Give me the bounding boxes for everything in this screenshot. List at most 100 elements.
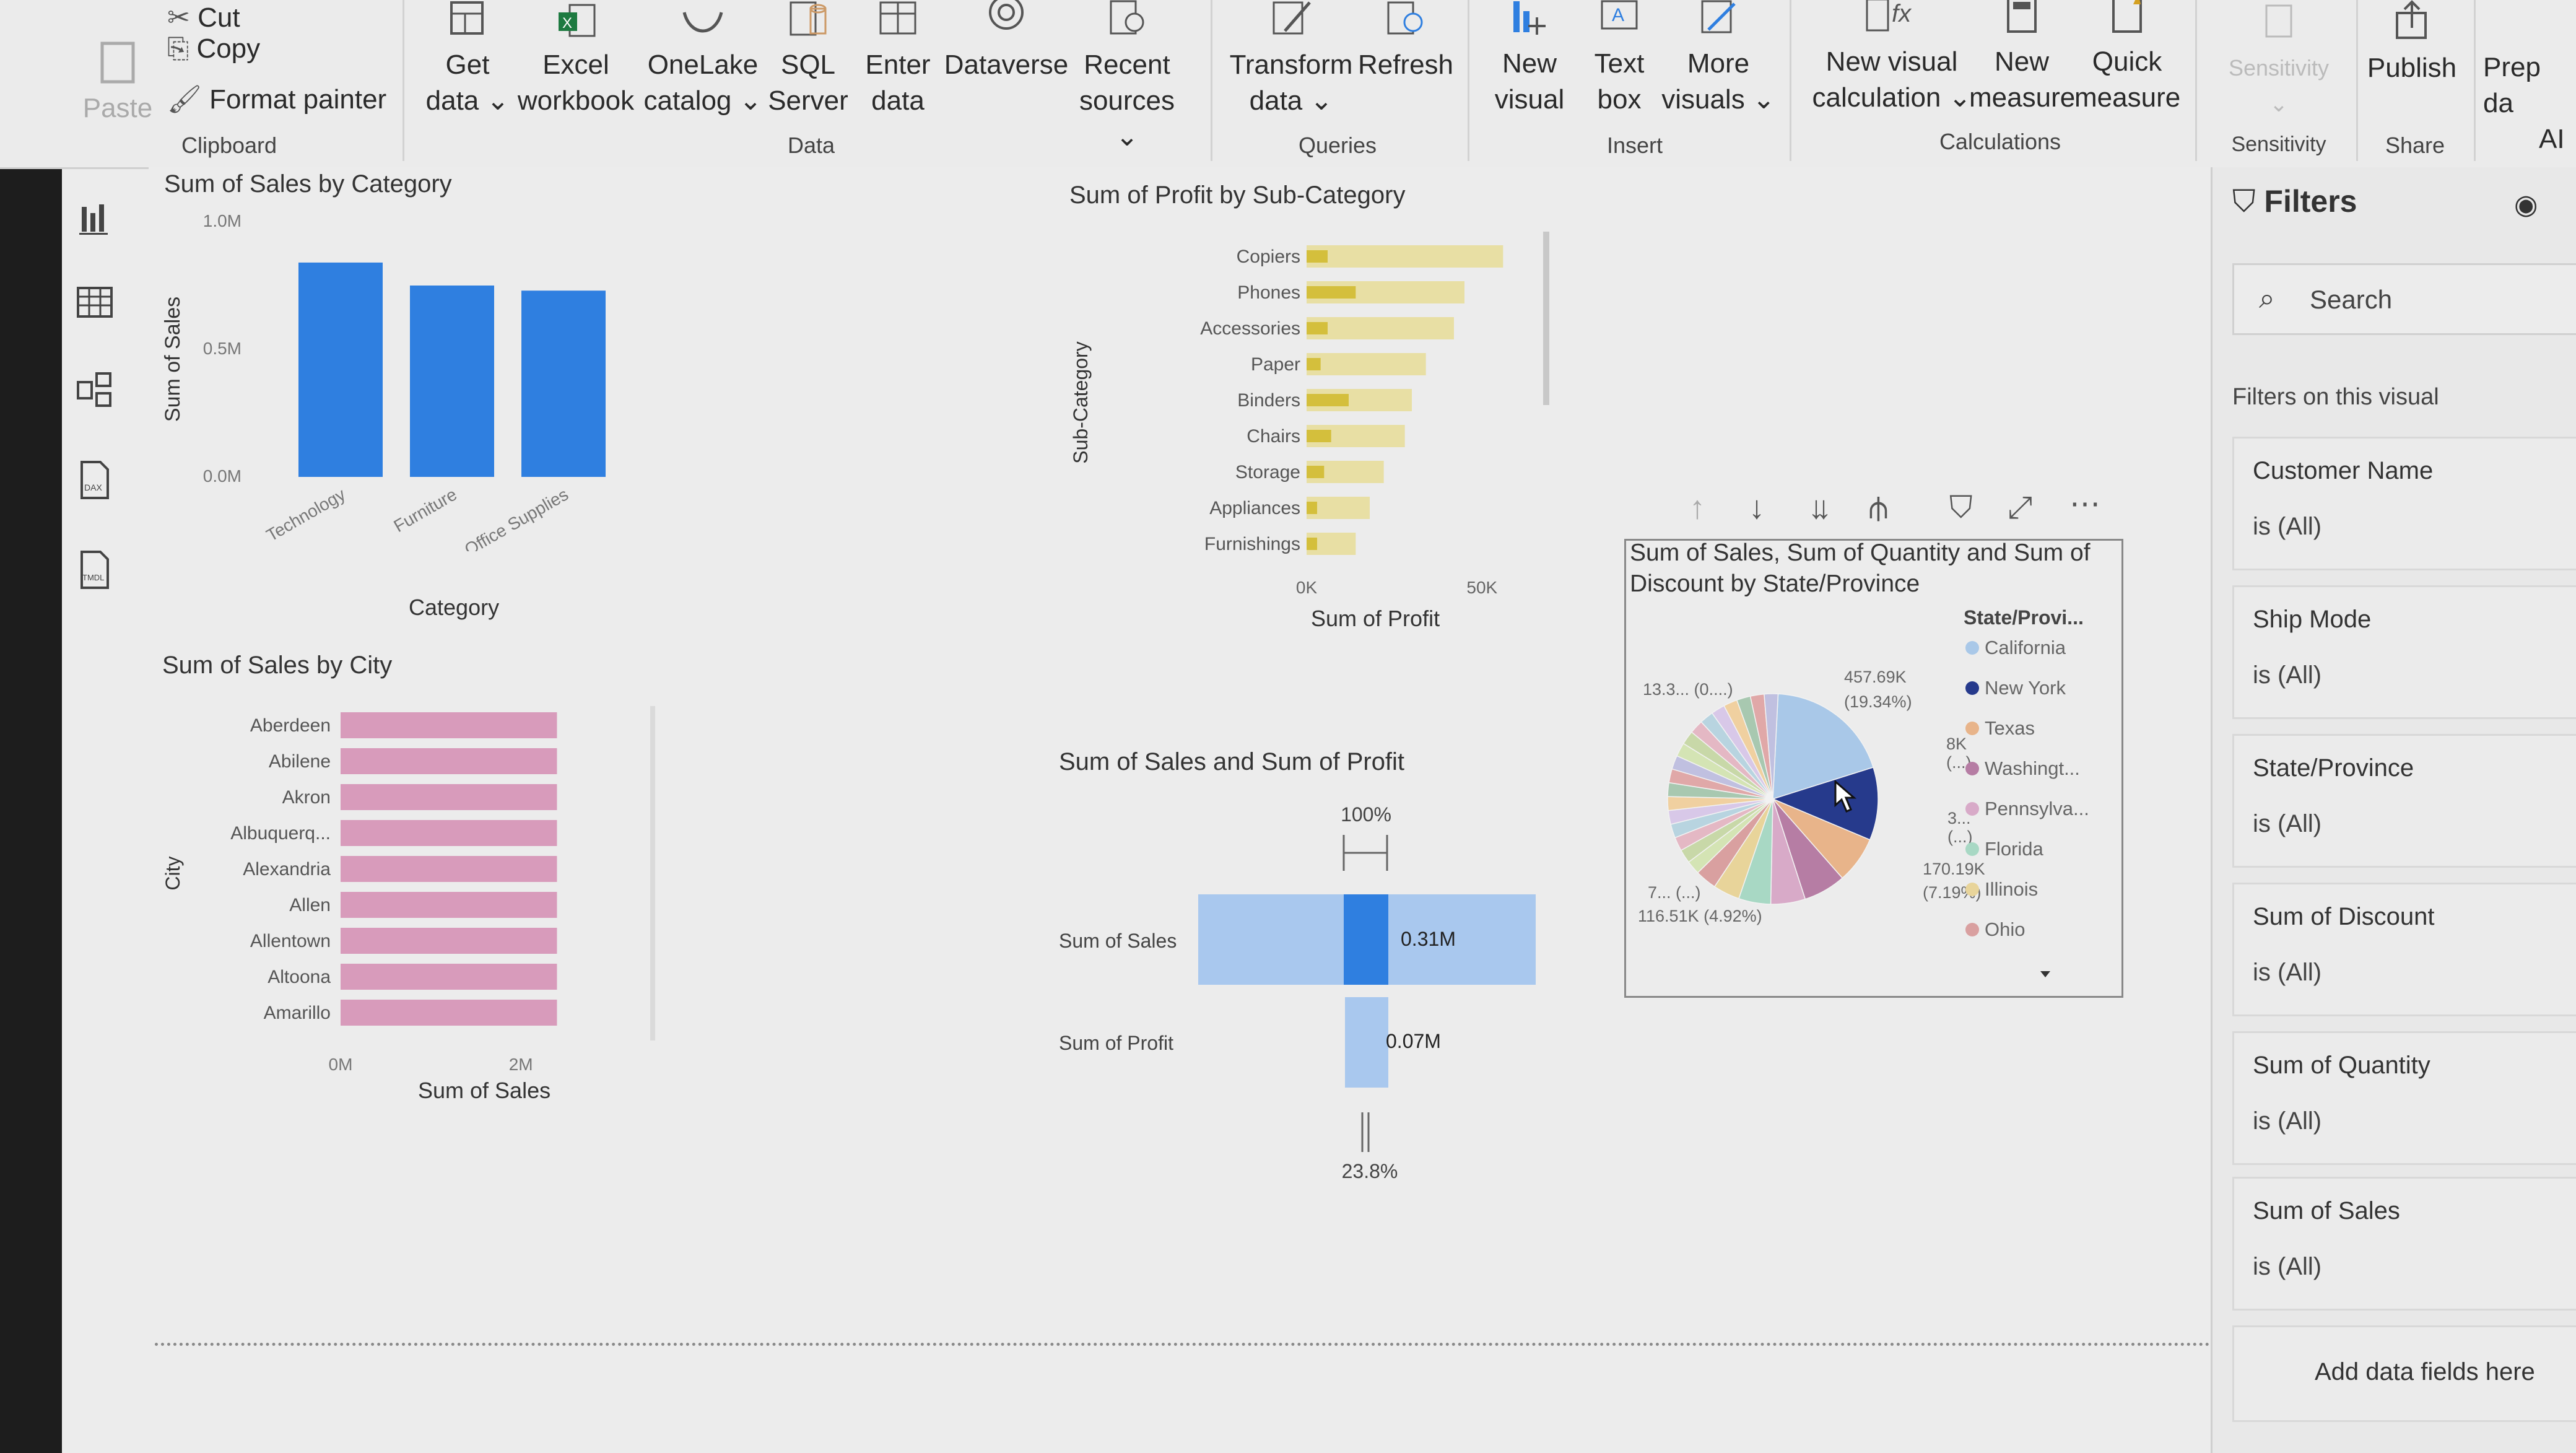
chart-title-sales-by-category: Sum of Sales by Category (164, 170, 452, 198)
bar-city[interactable] (341, 820, 557, 846)
filter-card-sum-of-discount[interactable]: Sum of Discount is (All) (2232, 883, 2576, 1016)
sql-server-button[interactable]: SQL Server (768, 0, 848, 119)
transform-data-button[interactable]: Transform data ⌄ (1229, 0, 1353, 119)
dax-query-view-icon[interactable]: DAX (73, 458, 116, 502)
bar-highlight-chairs[interactable] (1307, 430, 1331, 442)
eye-icon[interactable]: ◉ (2514, 189, 2538, 220)
publish-button[interactable]: Publish (2362, 0, 2461, 86)
get-data-button[interactable]: Get data ⌄ (421, 0, 514, 119)
excel-workbook-button[interactable]: X Excel workbook (514, 0, 638, 119)
legend-item-california[interactable]: California (1985, 637, 2066, 658)
refresh-button[interactable]: Refresh (1353, 0, 1458, 83)
refresh-icon (1387, 1, 1423, 35)
more-visuals-button[interactable]: More visuals ⌄ (1660, 0, 1777, 118)
bar-copiers[interactable] (1307, 245, 1503, 268)
bar-furniture[interactable] (410, 286, 494, 477)
focus-mode-icon[interactable]: ⤢ (2008, 489, 2032, 526)
sales-and-profit-funnel[interactable]: 100% Sum of Sales 0.31M Sum of Profit 0.… (1053, 793, 1579, 1195)
bar-highlight-phones[interactable] (1307, 286, 1356, 299)
sales-by-city-chart[interactable]: Aberdeen Abilene Akron Albuquerq... Alexandr… (155, 706, 681, 1090)
expand-hierarchy-icon[interactable]: ⫛ (1869, 489, 1888, 527)
bar-highlight-paper[interactable] (1307, 358, 1321, 370)
bar-paper[interactable] (1307, 353, 1426, 375)
y-tick-label: Aberdeen (250, 715, 331, 736)
x-tick-label: 0K (1296, 578, 1318, 597)
new-measure-button[interactable]: New measure (1969, 0, 2075, 116)
bar-city[interactable] (341, 748, 557, 774)
visual-calculation-icon: fx (1866, 0, 1912, 32)
profit-by-subcategory-chart[interactable]: Copiers Phones Accessories Paper Binders Chai… (1065, 229, 1560, 638)
legend-item-new-york[interactable]: New York (1985, 677, 2066, 699)
text-box-button[interactable]: A Text box (1579, 0, 1660, 118)
legend-item-washingt-[interactable]: Washingt... (1985, 757, 2080, 779)
page-boundary (155, 1343, 2217, 1346)
legend-item-ohio[interactable]: Ohio (1985, 918, 2025, 940)
excel-icon: X (559, 4, 596, 37)
enter-data-button[interactable]: Enter data (855, 0, 941, 119)
bar-highlight-accessories[interactable] (1307, 322, 1328, 334)
y-tick-label: Paper (1251, 354, 1300, 375)
table-view-icon[interactable] (73, 282, 116, 325)
filter-card-sum-of-sales[interactable]: Sum of Sales is (All) (2232, 1177, 2576, 1311)
legend-item-florida[interactable]: Florida (1985, 838, 2044, 860)
bar-highlight-binders[interactable] (1307, 394, 1349, 406)
sales-by-state-pie[interactable]: 457.69K(19.34%)8K(...)3...(...)170.19K(7… (1624, 601, 2120, 991)
legend-item-illinois[interactable]: Illinois (1985, 878, 2038, 900)
filter-card-state-province[interactable]: State/Province is (All) (2232, 734, 2576, 868)
paste-button[interactable]: Paste (80, 37, 155, 126)
scrollbar[interactable] (1543, 232, 1549, 405)
bar-city[interactable] (341, 712, 557, 738)
tmdl-view-icon[interactable]: TMDL (73, 548, 116, 591)
bar-office-supplies[interactable] (521, 290, 606, 477)
bar-highlight-storage[interactable] (1307, 466, 1325, 478)
filter-card-customer-name[interactable]: Customer Name is (All) (2232, 437, 2576, 570)
filter-card-ship-mode[interactable]: Ship Mode is (All) (2232, 585, 2576, 719)
sales-by-category-chart[interactable]: 1.0M 0.5M 0.0M Technology Furniture Office S… (155, 204, 650, 551)
chart-title-pie: Sum of Sales, Sum of Quantity and Sum of… (1630, 539, 2091, 597)
y-tick-label: Accessories (1200, 318, 1300, 339)
expand-next-level-icon[interactable]: ↓↓ (1808, 489, 1832, 526)
onelake-catalog-button[interactable]: OneLake catalog ⌄ (638, 0, 768, 119)
funnel-bar-profit[interactable] (1345, 997, 1388, 1088)
dataverse-button[interactable]: Dataverse (941, 0, 1071, 83)
y-tick-label: Albuquerq... (230, 823, 331, 844)
bar-accessories[interactable] (1307, 317, 1454, 339)
y-tick-label: Phones (1237, 282, 1300, 303)
legend-item-texas[interactable]: Texas (1985, 717, 2035, 739)
clipboard-group-label: Clipboard (181, 133, 277, 158)
new-visual-button[interactable]: New visual (1480, 0, 1579, 118)
quick-measure-button[interactable]: Quick measure (2074, 0, 2180, 116)
prep-data-for-ai-button[interactable]: Prep da AI (2483, 50, 2576, 157)
scrollbar[interactable] (650, 706, 655, 1041)
ribbon-separator (1790, 0, 1791, 161)
filter-card-sum-of-quantity[interactable]: Sum of Quantity is (All) (2232, 1031, 2576, 1165)
bar-highlight-furnishings[interactable] (1307, 538, 1317, 550)
legend-scroll-down-icon[interactable] (2040, 971, 2050, 977)
drill-down-icon[interactable]: ↓ (1749, 489, 1765, 526)
model-view-icon[interactable] (73, 369, 116, 412)
recent-sources-button[interactable]: Recent sources ⌄ (1071, 0, 1183, 155)
filter-icon[interactable]: ⛉ (1949, 489, 1973, 526)
new-visual-calculation-button[interactable]: fx New visual calculation ⌄ (1802, 0, 1982, 116)
report-view-icon[interactable] (73, 198, 116, 242)
more-options-icon[interactable]: ⋯ (2069, 486, 2100, 521)
sensitivity-button[interactable]: Sensitivity ⌄ (2204, 0, 2353, 122)
format-painter-button[interactable]: 🖌 Format painter (167, 82, 386, 118)
bar-city[interactable] (341, 1000, 557, 1026)
drill-up-icon[interactable]: ↑ (1689, 489, 1705, 526)
bar-technology[interactable] (298, 262, 383, 477)
legend-item-pennsylva-[interactable]: Pennsylva... (1985, 798, 2089, 819)
funnel-bar-sales-highlight[interactable] (1344, 894, 1388, 985)
bar-highlight-copiers[interactable] (1307, 250, 1328, 263)
bar-highlight-appliances[interactable] (1307, 502, 1317, 514)
bar-city[interactable] (341, 928, 557, 954)
bar-city[interactable] (341, 784, 557, 810)
bar-city[interactable] (341, 892, 557, 918)
bar-city[interactable] (341, 856, 557, 882)
bar-city[interactable] (341, 964, 557, 990)
copy-button[interactable]: ⎘ Copy (167, 31, 260, 67)
y-tick-label: Akron (282, 787, 331, 808)
ribbon-separator (2356, 0, 2358, 161)
add-data-fields-dropzone[interactable]: Add data fields here (2232, 1325, 2576, 1422)
filters-search-box[interactable]: ⌕ Search (2232, 263, 2576, 335)
